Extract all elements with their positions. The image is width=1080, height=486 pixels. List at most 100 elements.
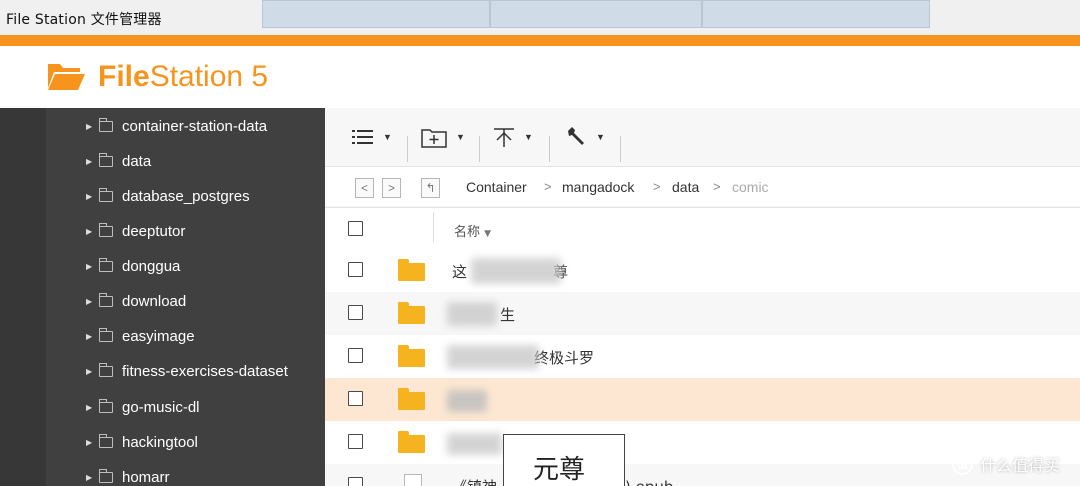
file-list-header: 名称 ▼ [325, 207, 1080, 249]
breadcrumb-separator-icon: > [713, 179, 721, 194]
select-all-checkbox[interactable] [348, 221, 363, 236]
expand-arrow-icon[interactable]: ▶ [86, 403, 94, 412]
breadcrumb-item[interactable]: Container [466, 179, 527, 195]
file-name-end: 终极斗罗 [534, 349, 595, 367]
tree-item[interactable]: ▶ homarr [86, 465, 325, 486]
folder-icon [99, 222, 113, 237]
folder-icon [99, 257, 113, 272]
folder-icon [99, 152, 113, 167]
toolbar-divider [620, 136, 621, 162]
row-checkbox[interactable] [348, 391, 363, 406]
upload-button[interactable]: ▼ [493, 122, 533, 152]
tree-item-label: container-station-data [122, 117, 268, 135]
tools-button[interactable]: ▼ [565, 122, 605, 152]
folder-icon [398, 345, 425, 367]
view-mode-button[interactable]: ▼ [352, 122, 392, 152]
folder-icon [99, 327, 113, 342]
background-window-tab [702, 0, 930, 28]
window-titlebar: File Station 文件管理器 [0, 0, 1080, 35]
watermark-badge: 值 [952, 453, 973, 475]
accent-strip [0, 35, 1080, 46]
row-checkbox[interactable] [348, 348, 363, 363]
redaction-blur [447, 433, 502, 455]
tree-item[interactable]: ▶ fitness-exercises-dataset [86, 359, 325, 383]
toolbar-divider [407, 136, 408, 162]
app-name: FileStation 5 [98, 60, 268, 94]
tree-item-label: database_postgres [122, 187, 250, 205]
tree-item-label: deeptutor [122, 222, 186, 240]
row-checkbox[interactable] [348, 477, 363, 486]
expand-arrow-icon[interactable]: ▶ [86, 157, 94, 166]
tree-item[interactable]: ▶ donggua [86, 254, 325, 278]
folder-icon [99, 292, 113, 307]
folder-icon [99, 468, 113, 483]
column-header-name[interactable]: 名称 ▼ [454, 221, 491, 240]
file-row[interactable]: 终极斗罗 [325, 335, 1080, 378]
folder-icon [398, 388, 425, 410]
toolbar: ▼ ▼ ▼ ▼ [325, 108, 1080, 166]
file-name-start: 这 [452, 263, 468, 281]
tree-item-label: go-music-dl [122, 398, 200, 416]
tree-item[interactable]: ▶ hackingtool [86, 430, 325, 454]
app-name-regular: Station 5 [149, 60, 269, 93]
row-checkbox[interactable] [348, 434, 363, 449]
file-name-start: 《镇神 [452, 478, 497, 486]
file-row[interactable]: 这尊 [325, 249, 1080, 292]
new-folder-icon [421, 129, 447, 148]
sort-down-icon: ▼ [484, 229, 492, 239]
tree-item-label: data [122, 152, 152, 170]
background-window-tab [262, 0, 490, 28]
row-checkbox[interactable] [348, 262, 363, 277]
expand-arrow-icon[interactable]: ▶ [86, 332, 94, 341]
tree-item-label: donggua [122, 257, 181, 275]
tree-item[interactable]: ▶ data [86, 149, 325, 173]
back-button[interactable]: < [355, 178, 374, 198]
toolbar-divider [479, 136, 480, 162]
redaction-blur [447, 390, 487, 412]
list-view-icon [352, 130, 373, 144]
expand-arrow-icon[interactable]: ▶ [86, 473, 94, 482]
tree-item[interactable]: ▶ database_postgres [86, 184, 325, 208]
parent-folder-button[interactable]: ↰ [421, 178, 440, 198]
expand-arrow-icon[interactable]: ▶ [86, 262, 94, 271]
column-name-label: 名称 [454, 225, 481, 240]
file-row[interactable]: 生 [325, 292, 1080, 335]
document-icon [404, 474, 422, 486]
row-checkbox[interactable] [348, 305, 363, 320]
file-row-selected[interactable] [325, 378, 1080, 421]
expand-arrow-icon[interactable]: ▶ [86, 297, 94, 306]
tooltip-text: 元尊 [533, 455, 586, 485]
tree-item-label: fitness-exercises-dataset [122, 362, 288, 380]
expand-arrow-icon[interactable]: ▶ [86, 192, 94, 201]
forward-button[interactable]: > [382, 178, 401, 198]
redaction-blur [447, 302, 497, 326]
new-folder-button[interactable]: ▼ [421, 122, 465, 152]
return-arrow-icon: ↰ [425, 181, 436, 195]
upload-icon [494, 128, 514, 147]
folder-icon [398, 431, 425, 453]
sidebar-gutter [0, 108, 46, 486]
tree-item[interactable]: ▶ easyimage [86, 324, 325, 348]
redaction-blur [471, 258, 561, 284]
tree-item[interactable]: ▶ deeptutor [86, 219, 325, 243]
toolbar-divider [549, 136, 550, 162]
tree-item[interactable]: ▶ go-music-dl [86, 395, 325, 419]
expand-arrow-icon[interactable]: ▶ [86, 227, 94, 236]
expand-arrow-icon[interactable]: ▶ [86, 438, 94, 447]
tree-item-label: download [122, 292, 187, 310]
tree-item[interactable]: ▶ download [86, 289, 325, 313]
chevron-right-icon: > [387, 181, 395, 195]
breadcrumb-item[interactable]: data [672, 179, 699, 195]
tree-item-label: easyimage [122, 327, 195, 345]
tree-item[interactable]: ▶ container-station-data [86, 114, 325, 138]
breadcrumb: < > ↰ Container > mangadock > data > com… [325, 166, 1080, 206]
breadcrumb-item[interactable]: mangadock [562, 179, 634, 195]
chevron-left-icon: < [360, 181, 368, 195]
expand-arrow-icon[interactable]: ▶ [86, 122, 94, 131]
folder-icon [99, 362, 113, 377]
chevron-down-icon: ▼ [456, 132, 465, 142]
expand-arrow-icon[interactable]: ▶ [86, 367, 94, 376]
watermark-text: 什么值得买 [980, 456, 1061, 475]
window-title: File Station 文件管理器 [6, 12, 162, 28]
folder-open-icon [48, 64, 85, 90]
